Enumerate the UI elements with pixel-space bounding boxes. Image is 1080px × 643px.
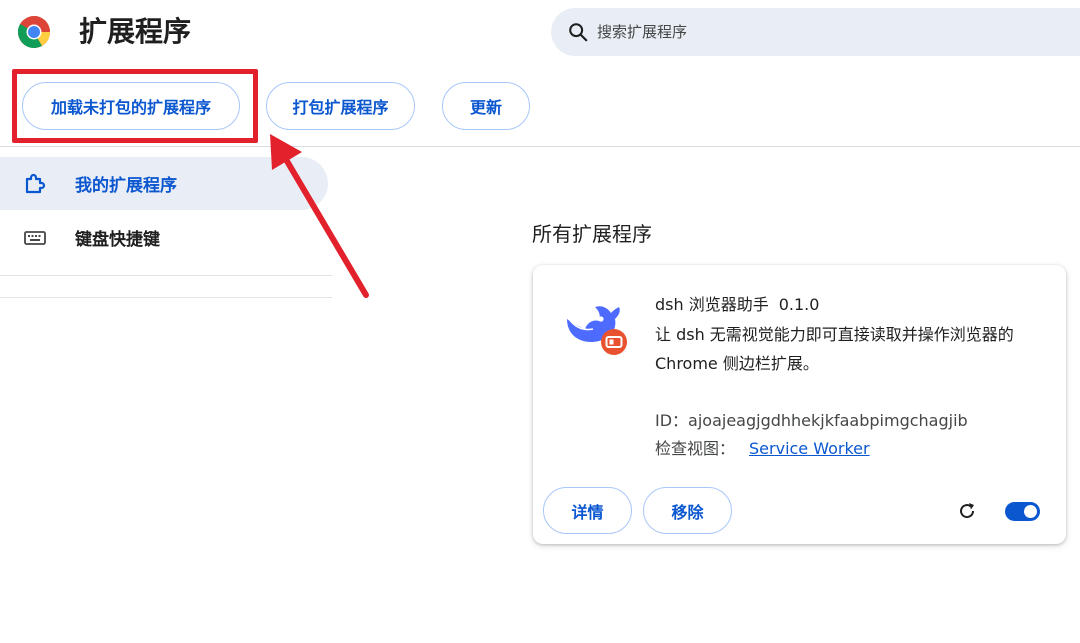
inspect-views-row: 检查视图： Service Worker [655,435,870,459]
keyboard-icon [24,230,46,245]
update-button[interactable]: 更新 [442,82,530,130]
pack-extension-button[interactable]: 打包扩展程序 [266,82,415,130]
annotation-arrow [270,134,369,298]
sidebar-item-label: 键盘快捷键 [75,230,160,250]
search-icon [569,23,588,42]
extension-name-row: dsh 浏览器助手 0.1.0 [655,291,819,315]
annotation-highlight-box [12,69,258,143]
section-title: 所有扩展程序 [532,222,652,246]
extension-version: 0.1.0 [778,295,820,314]
page-title: 扩展程序 [79,15,192,48]
enable-toggle[interactable] [1005,502,1040,521]
reload-icon[interactable] [957,501,977,521]
extension-name: dsh 浏览器助手 [655,295,769,314]
inspect-views-label: 检查视图： [655,439,736,458]
search-bar[interactable] [551,8,1080,56]
remove-button[interactable]: 移除 [643,487,732,534]
extension-description: 让 dsh 无需视觉能力即可直接读取并操作浏览器的 Chrome 侧边栏扩展。 [655,325,1014,373]
service-worker-link[interactable]: Service Worker [749,439,870,458]
sidebar-item-label: 我的扩展程序 [75,176,177,196]
details-button[interactable]: 详情 [543,487,632,534]
whale-extension-icon [567,306,627,355]
search-input[interactable] [597,23,997,41]
chrome-logo-icon [17,16,51,49]
puzzle-icon [25,173,46,193]
header-divider [0,146,1080,147]
extension-id: ID：ajoajeagjgdhhekjkfaabpimgchagjib [655,411,968,430]
extension-card: dsh 浏览器助手 0.1.0 让 dsh 无需视觉能力即可直接读取并操作浏览器的… [533,265,1066,544]
toggle-knob [1024,505,1037,518]
extensions-page: 扩展程序 加载未打包的扩展程序 打包扩展程序 更新 我的扩展程序 键盘快捷键 [0,0,1080,643]
